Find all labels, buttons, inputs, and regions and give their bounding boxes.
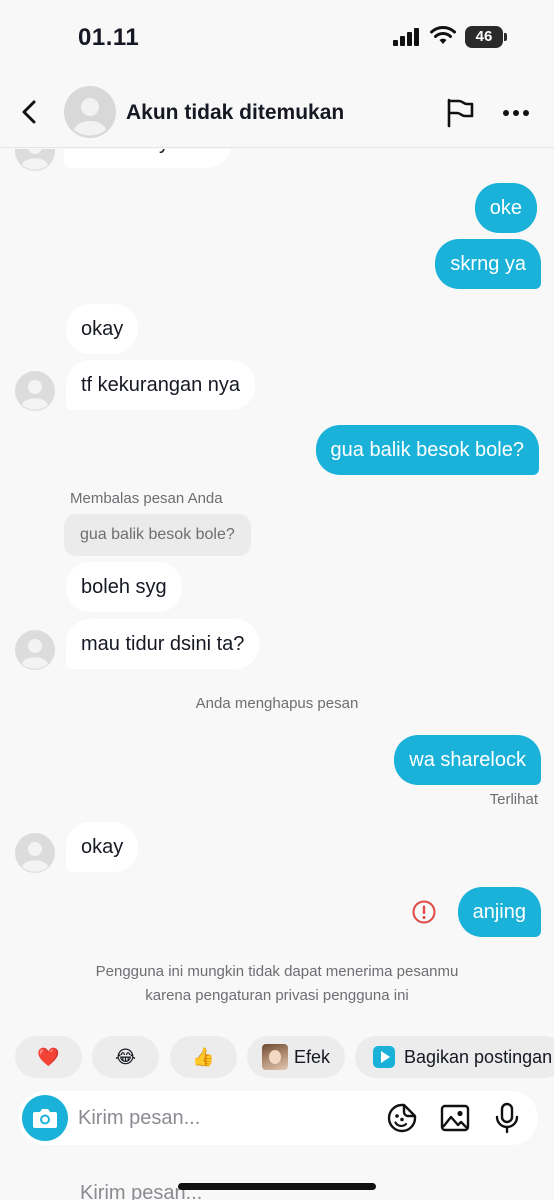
microphone-icon[interactable] <box>491 1102 523 1134</box>
camera-icon <box>33 1109 57 1128</box>
outgoing-message[interactable]: skrng ya <box>435 239 541 289</box>
play-icon <box>373 1046 395 1068</box>
quick-actions-bar: ❤️ 😂 👍 Efek Bagikan postingan <box>0 1036 554 1080</box>
reply-label: Membalas pesan Anda <box>70 490 223 507</box>
incoming-message[interactable]: okay <box>66 822 139 872</box>
error-icon[interactable] <box>412 900 436 924</box>
share-post-button[interactable]: Bagikan postingan <box>355 1036 554 1078</box>
effect-label: Efek <box>293 1046 331 1067</box>
sticker-icon[interactable] <box>386 1102 418 1134</box>
image-icon[interactable] <box>439 1102 471 1134</box>
laugh-reaction-button[interactable]: 😂 <box>92 1036 159 1078</box>
incoming-message[interactable]: tf kekurangan nya <box>66 360 255 410</box>
effect-button[interactable]: Efek <box>247 1036 345 1078</box>
privacy-notice-line: karena pengaturan privasi pengguna ini <box>145 987 409 1004</box>
thumbs-up-reaction-button[interactable]: 👍 <box>170 1036 237 1078</box>
status-time: 01.11 <box>78 24 140 51</box>
share-post-label: Bagikan postingan <box>404 1046 553 1067</box>
message-list[interactable]: di kos bnyk kok oke skrng ya okay tf kek… <box>0 149 554 1029</box>
heart-icon: ❤️ <box>37 1046 60 1067</box>
sender-avatar <box>15 371 55 411</box>
privacy-notice: Pengguna ini mungkin tidak dapat menerim… <box>0 960 554 1008</box>
seen-status: Terlihat <box>489 791 538 808</box>
camera-button[interactable] <box>22 1095 68 1141</box>
sender-avatar <box>15 630 55 670</box>
battery-indicator: 46 <box>465 26 507 48</box>
chat-header: Akun tidak ditemukan <box>0 80 554 148</box>
outgoing-message[interactable]: gua balik besok bole? <box>315 425 539 475</box>
incoming-message[interactable]: boleh syg <box>66 562 182 612</box>
back-icon[interactable] <box>14 96 46 128</box>
sender-avatar <box>15 149 55 171</box>
effect-thumbnail-icon <box>261 1044 288 1070</box>
quoted-message[interactable]: gua balik besok bole? <box>64 514 251 556</box>
flag-icon[interactable] <box>445 96 475 128</box>
outgoing-message-failed[interactable]: anjing <box>457 887 541 937</box>
home-indicator[interactable] <box>178 1183 376 1190</box>
wifi-icon <box>430 26 456 44</box>
page-title: Akun tidak ditemukan <box>126 101 345 124</box>
heart-reaction-button[interactable]: ❤️ <box>15 1036 82 1078</box>
deleted-message-notice: Anda menghapus pesan <box>195 695 359 712</box>
incoming-message[interactable]: okay <box>66 304 139 354</box>
cellular-signal-icon <box>393 28 419 46</box>
more-icon[interactable] <box>502 109 530 117</box>
incoming-message[interactable]: di kos bnyk kok <box>64 149 231 168</box>
header-avatar[interactable] <box>64 86 116 138</box>
status-bar: 01.11 46 <box>0 0 554 80</box>
message-input[interactable] <box>78 1103 368 1133</box>
outgoing-message[interactable]: oke <box>474 183 537 233</box>
sender-avatar <box>15 833 55 873</box>
laughing-face-icon: 😂 <box>114 1046 137 1067</box>
thumbs-up-icon: 👍 <box>192 1046 215 1067</box>
incoming-message[interactable]: mau tidur dsini ta? <box>66 619 260 669</box>
privacy-notice-line: Pengguna ini mungkin tidak dapat menerim… <box>95 963 459 980</box>
message-composer <box>18 1091 538 1145</box>
outgoing-message[interactable]: wa sharelock <box>394 735 541 785</box>
